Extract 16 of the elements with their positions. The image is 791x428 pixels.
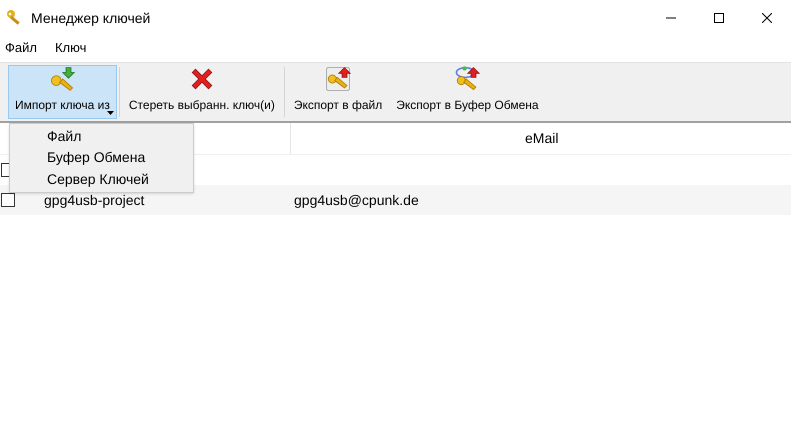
toolbar-button[interactable]: Импорт ключа из bbox=[8, 65, 117, 119]
checkbox[interactable] bbox=[1, 193, 15, 207]
close-icon[interactable] bbox=[762, 13, 772, 23]
window-title: Менеджер ключей bbox=[31, 8, 150, 28]
menu-item[interactable]: Файл bbox=[10, 126, 193, 148]
menu-item[interactable]: Ключ bbox=[54, 38, 86, 58]
menu-item[interactable]: Буфер Обмена bbox=[10, 147, 193, 169]
menu-item[interactable]: Сервер Ключей bbox=[10, 168, 193, 190]
toolbar-button[interactable]: Экспорт в Буфер Обмена bbox=[389, 65, 546, 119]
table-cell-text: gpg4usb@cpunk.de bbox=[294, 190, 419, 210]
toolbar-button[interactable]: Экспорт в файл bbox=[286, 65, 390, 119]
column-header[interactable]: eMail bbox=[525, 128, 558, 149]
toolbar-button[interactable]: Стереть выбранн. ключ(и) bbox=[122, 65, 282, 119]
menu-item[interactable]: Файл bbox=[5, 38, 37, 58]
maximize-icon[interactable] bbox=[714, 13, 724, 23]
table-cell-text: gpg4usb-project bbox=[44, 190, 146, 210]
